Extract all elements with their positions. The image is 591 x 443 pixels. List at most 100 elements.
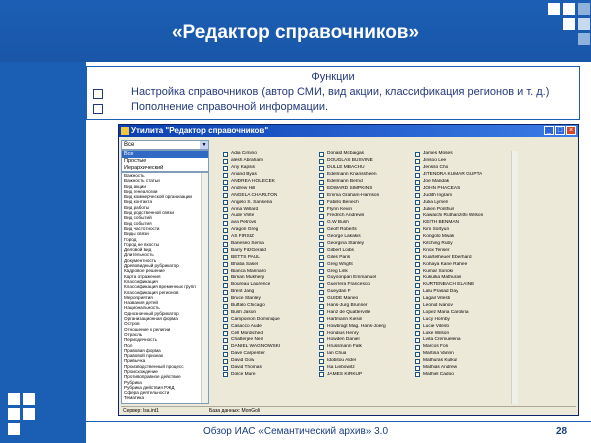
name-row[interactable]: DULLE MBACHU	[319, 165, 409, 172]
row-checkbox[interactable]	[319, 255, 324, 261]
row-checkbox[interactable]	[415, 351, 420, 357]
row-checkbox[interactable]	[223, 337, 228, 343]
name-row[interactable]: Hans-Jurg Brunner	[319, 303, 409, 310]
name-row[interactable]: Bush Jason	[223, 309, 313, 316]
dictionary-scrollbar[interactable]	[201, 173, 208, 403]
name-row[interactable]: Baneseo Sema	[223, 241, 313, 248]
name-row[interactable]: Campoinon Dominique	[223, 316, 313, 323]
row-checkbox[interactable]	[223, 213, 228, 219]
row-checkbox[interactable]	[223, 227, 228, 233]
row-checkbox[interactable]	[319, 344, 324, 350]
row-checkbox[interactable]	[223, 331, 228, 337]
name-row[interactable]: Mathiel Cadoo	[415, 372, 505, 379]
row-checkbox[interactable]	[319, 213, 324, 219]
row-checkbox[interactable]	[415, 207, 420, 213]
row-checkbox[interactable]	[223, 351, 228, 357]
row-checkbox[interactable]	[319, 165, 324, 171]
name-row[interactable]: Dolce Mure	[223, 372, 313, 379]
maximize-button[interactable]: □	[555, 126, 565, 135]
row-checkbox[interactable]	[223, 151, 228, 157]
name-row[interactable]: Brent Jang	[223, 289, 313, 296]
name-row[interactable]: Donald Mcbaigas	[319, 151, 409, 158]
dictionary-item[interactable]: Тематика	[122, 395, 208, 400]
name-row[interactable]: JITENDRA KUMAR GUPTA	[415, 172, 505, 179]
name-row[interactable]: Geoff Roberts	[319, 227, 409, 234]
row-checkbox[interactable]	[223, 248, 228, 254]
name-row[interactable]: Dave Carpenter	[223, 351, 313, 358]
name-row[interactable]: Anand Byas	[223, 172, 313, 179]
name-row[interactable]: Lagail Vitesti	[415, 296, 505, 303]
name-row[interactable]: AS FIRSIZ	[223, 234, 313, 241]
row-checkbox[interactable]	[223, 165, 228, 171]
name-row[interactable]: Georgina Stanley	[319, 241, 409, 248]
row-checkbox[interactable]	[319, 317, 324, 323]
name-row[interactable]: Aude Vrilte	[223, 213, 313, 220]
name-row[interactable]: Kawaichi Ruthanzithi Wilson	[415, 213, 505, 220]
name-row[interactable]: Marcos Fon	[415, 344, 505, 351]
row-checkbox[interactable]	[415, 296, 420, 302]
name-row[interactable]: alesh Abraham	[223, 158, 313, 165]
name-row[interactable]: Casacco Aude	[223, 323, 313, 330]
row-checkbox[interactable]	[319, 324, 324, 330]
row-checkbox[interactable]	[223, 172, 228, 178]
type-filter-select[interactable]: Все ▼	[121, 140, 209, 150]
name-row[interactable]: GUIDE Marieo	[319, 296, 409, 303]
row-checkbox[interactable]	[415, 193, 420, 199]
name-row[interactable]: EDWARD SIMPKINS	[319, 185, 409, 192]
name-row[interactable]: Bruce Stanley	[223, 296, 313, 303]
name-row[interactable]: Hanz de Quatterville	[319, 309, 409, 316]
name-row[interactable]: ANGELA CHARLTON	[223, 192, 313, 199]
name-row[interactable]: JOHN PHACEAS	[415, 185, 505, 192]
row-checkbox[interactable]	[415, 186, 420, 192]
name-row[interactable]: Emma Graham-Harrison	[319, 192, 409, 199]
row-checkbox[interactable]	[415, 365, 420, 371]
name-row[interactable]: Howbragt Mag. Hans-Joerg	[319, 323, 409, 330]
window-titlebar[interactable]: Утилита "Редактор справочников" _ □ ×	[119, 125, 578, 137]
row-checkbox[interactable]	[223, 207, 228, 213]
filter-option[interactable]: Иерархический	[122, 165, 208, 172]
row-checkbox[interactable]	[319, 331, 324, 337]
name-row[interactable]: Hartmann Kiesin	[319, 316, 409, 323]
row-checkbox[interactable]	[223, 186, 228, 192]
name-row[interactable]: Kumar Sonoki	[415, 268, 505, 275]
name-row[interactable]: Andrew Hill	[223, 185, 313, 192]
close-button[interactable]: ×	[566, 126, 576, 135]
row-checkbox[interactable]	[223, 289, 228, 295]
row-checkbox[interactable]	[415, 220, 420, 226]
row-checkbox[interactable]	[223, 262, 228, 268]
name-row[interactable]: Cell Mordiched	[223, 330, 313, 337]
row-checkbox[interactable]	[319, 186, 324, 192]
name-row[interactable]: Greg Link	[319, 268, 409, 275]
row-checkbox[interactable]	[319, 303, 324, 309]
name-row[interactable]: Howden Daniel	[319, 337, 409, 344]
chevron-down-icon[interactable]: ▼	[200, 141, 208, 149]
row-checkbox[interactable]	[223, 365, 228, 371]
row-checkbox[interactable]	[223, 317, 228, 323]
name-row[interactable]: Kukulka Mathuras	[415, 275, 505, 282]
name-row[interactable]: George Lakakis	[319, 234, 409, 241]
row-checkbox[interactable]	[223, 282, 228, 288]
row-checkbox[interactable]	[223, 372, 228, 378]
row-checkbox[interactable]	[319, 351, 324, 357]
name-row[interactable]: Jensso Cho	[415, 165, 505, 172]
name-row[interactable]: Fabillo Benech	[319, 199, 409, 206]
names-scrollbar[interactable]	[511, 151, 518, 404]
row-checkbox[interactable]	[415, 275, 420, 281]
name-row[interactable]: Kim Sortyun	[415, 227, 505, 234]
name-row[interactable]: Gilbert Loibs	[319, 247, 409, 254]
name-row[interactable]: David Gow	[223, 358, 313, 365]
name-row[interactable]: Boureau Laurence	[223, 282, 313, 289]
row-checkbox[interactable]	[319, 365, 324, 371]
row-checkbox[interactable]	[415, 200, 420, 206]
row-checkbox[interactable]	[223, 269, 228, 275]
row-checkbox[interactable]	[319, 151, 324, 157]
row-checkbox[interactable]	[415, 344, 420, 350]
name-row[interactable]: Edelmann Knanssheen	[319, 172, 409, 179]
name-row[interactable]: JAMES KIRKUP	[319, 372, 409, 379]
name-row[interactable]: Kongolo Mwali	[415, 234, 505, 241]
row-checkbox[interactable]	[415, 151, 420, 157]
name-row[interactable]: Aragon Greg	[223, 227, 313, 234]
name-row[interactable]: Guyoonpari Emmanuel	[319, 275, 409, 282]
dictionary-item[interactable]: Классификация временных групп	[122, 284, 208, 289]
name-row[interactable]: Buffalo Chicago	[223, 303, 313, 310]
